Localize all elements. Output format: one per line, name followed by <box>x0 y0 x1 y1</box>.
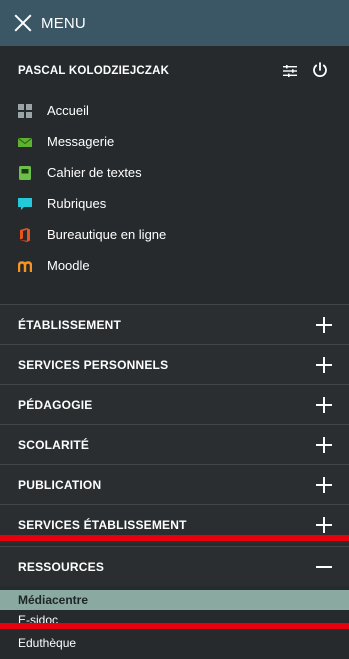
grid-icon <box>18 104 32 118</box>
section-label: RESSOURCES <box>18 559 105 574</box>
app-item-label: Moodle <box>47 258 90 273</box>
office-icon <box>20 228 30 242</box>
ressources-item-label: Médiacentre <box>18 593 89 607</box>
app-item-rubriques[interactable]: Rubriques <box>18 194 106 214</box>
plus-icon[interactable] <box>316 477 332 493</box>
plus-icon[interactable] <box>316 437 332 453</box>
section-ressources[interactable]: RESSOURCES <box>0 546 349 586</box>
menu-header: MENU <box>0 0 349 46</box>
section-pedagogie[interactable]: PÉDAGOGIE <box>0 384 349 424</box>
user-name: PASCAL KOLODZIEJCZAK <box>18 65 170 77</box>
section-label: SCOLARITÉ <box>18 437 90 452</box>
section-label: PUBLICATION <box>18 477 102 492</box>
ressources-item-mediacentre[interactable]: Médiacentre <box>0 590 349 610</box>
notebook-icon <box>19 166 31 180</box>
section-label: SERVICES PERSONNELS <box>18 357 169 372</box>
plus-icon[interactable] <box>316 397 332 413</box>
user-panel: PASCAL KOLODZIEJCZAK Accueil Messagerie <box>0 46 349 304</box>
app-item-label: Accueil <box>47 103 89 118</box>
section-label: PÉDAGOGIE <box>18 397 93 412</box>
plus-icon[interactable] <box>316 317 332 333</box>
section-etablissement[interactable]: ÉTABLISSEMENT <box>0 304 349 344</box>
highlight-line-top <box>0 535 349 541</box>
app-item-label: Bureautique en ligne <box>47 227 167 242</box>
highlight-line-bottom <box>0 623 349 629</box>
ressources-item-edutheque[interactable]: Eduthèque <box>0 633 349 653</box>
app-item-bureautique-en-ligne[interactable]: Bureautique en ligne <box>18 225 166 245</box>
section-label: SERVICES ÉTABLISSEMENT <box>18 517 187 532</box>
section-publication[interactable]: PUBLICATION <box>0 464 349 504</box>
close-icon[interactable] <box>13 13 33 33</box>
app-item-label: Cahier de textes <box>47 165 142 180</box>
menu-title: MENU <box>41 14 86 32</box>
plus-icon[interactable] <box>316 517 332 533</box>
app-item-accueil[interactable]: Accueil <box>18 101 89 121</box>
power-icon[interactable] <box>312 62 328 78</box>
app-item-messagerie[interactable]: Messagerie <box>18 132 114 152</box>
app-item-label: Rubriques <box>47 196 107 211</box>
envelope-icon <box>18 137 32 147</box>
plus-icon[interactable] <box>316 357 332 373</box>
section-label: ÉTABLISSEMENT <box>18 317 122 332</box>
minus-icon[interactable] <box>316 559 332 575</box>
section-services-personnels[interactable]: SERVICES PERSONNELS <box>0 344 349 384</box>
moodle-icon <box>18 261 32 272</box>
section-scolarite[interactable]: SCOLARITÉ <box>0 424 349 464</box>
app-item-label: Messagerie <box>47 134 115 149</box>
preferences-icon[interactable] <box>283 65 297 77</box>
chat-icon <box>18 198 32 210</box>
app-item-cahier-de-textes[interactable]: Cahier de textes <box>18 163 142 183</box>
ressources-item-label: Eduthèque <box>18 636 77 650</box>
app-item-moodle[interactable]: Moodle <box>18 256 90 276</box>
